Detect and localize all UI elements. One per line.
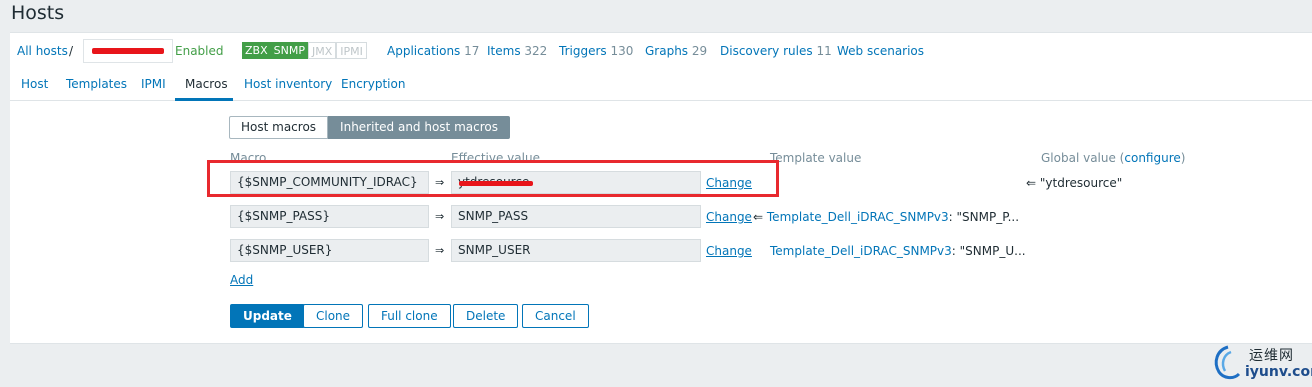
triggers-count: 130: [610, 44, 634, 58]
cancel-button[interactable]: Cancel: [522, 304, 589, 328]
global-value-label: Global value (: [1041, 151, 1125, 165]
template-value-text: : "SNMP_U...: [951, 244, 1026, 258]
jmx-badge: JMX: [307, 42, 337, 59]
configure-link[interactable]: configure: [1124, 151, 1180, 165]
breadcrumb-separator: /: [69, 44, 74, 58]
template-value: Template_Dell_iDRAC_SNMPv3: "SNMP_U...: [770, 244, 1026, 258]
watermark-cn-text: 运维网: [1249, 348, 1294, 364]
tab-host-inventory[interactable]: Host inventory: [244, 77, 332, 91]
annotation-highlight-box: [207, 160, 779, 197]
watermark-en-text: iyunv.com: [1245, 364, 1312, 380]
delete-button[interactable]: Delete: [453, 304, 519, 328]
applications-count: 17: [464, 44, 480, 58]
redaction-mark: [92, 48, 164, 54]
discovery-rules-link[interactable]: Discovery rules: [720, 44, 813, 58]
effective-value-field[interactable]: SNMP_USER: [451, 239, 701, 262]
host-navigation-bar: All hosts / Enabled ZBX SNMP JMX IPMI Ap…: [10, 32, 1312, 70]
host-macros-toggle[interactable]: Host macros: [229, 116, 329, 139]
template-value-text: : "SNMP_P...: [948, 210, 1020, 224]
global-arrow: ⇐: [1026, 176, 1037, 190]
all-hosts-link[interactable]: All hosts: [17, 44, 68, 58]
inherited-macros-toggle[interactable]: Inherited and host macros: [328, 116, 510, 139]
macro-view-toggle: Host macros Inherited and host macros: [229, 116, 510, 139]
triggers-nav[interactable]: Triggers 130: [559, 44, 633, 58]
template-value-column-header: Template value: [770, 151, 862, 165]
active-tab-indicator: [175, 98, 233, 101]
zbx-badge: ZBX: [242, 42, 271, 59]
page-title: Hosts: [11, 2, 65, 24]
graphs-count: 29: [691, 44, 708, 58]
items-link[interactable]: Items: [487, 44, 521, 58]
change-link[interactable]: Change: [706, 244, 752, 258]
items-count: 322: [524, 44, 548, 58]
global-value-close: ): [1180, 151, 1186, 165]
graphs-nav[interactable]: Graphs 29: [645, 44, 707, 58]
host-status-enabled[interactable]: Enabled: [175, 44, 224, 58]
triggers-link[interactable]: Triggers: [559, 44, 607, 58]
tab-templates[interactable]: Templates: [66, 77, 127, 91]
ipmi-badge: IPMI: [336, 42, 367, 59]
tab-macros[interactable]: Macros: [185, 77, 228, 91]
applications-nav[interactable]: Applications 17: [387, 44, 479, 58]
template-arrow: ⇐: [753, 210, 764, 224]
template-value: ⇐ Template_Dell_iDRAC_SNMPv3: "SNMP_P...: [753, 210, 1019, 224]
change-link[interactable]: Change: [706, 210, 752, 224]
template-link[interactable]: Template_Dell_iDRAC_SNMPv3: [767, 210, 949, 224]
tab-ipmi[interactable]: IPMI: [141, 77, 166, 91]
template-link[interactable]: Template_Dell_iDRAC_SNMPv3: [770, 244, 952, 258]
watermark-swirl-icon: [1214, 345, 1241, 380]
applications-link[interactable]: Applications: [387, 44, 460, 58]
macro-arrow: ⇒: [435, 244, 445, 257]
full-clone-button[interactable]: Full clone: [368, 304, 451, 328]
update-button[interactable]: Update: [230, 304, 305, 328]
global-value-column-header: Global value (configure): [1041, 151, 1185, 165]
macro-name-field[interactable]: {$SNMP_USER}: [230, 239, 429, 262]
tab-host[interactable]: Host: [21, 77, 48, 91]
tab-encryption[interactable]: Encryption: [341, 77, 405, 91]
host-name-redacted[interactable]: [83, 39, 173, 63]
host-tabs: Host Templates IPMI Macros Host inventor…: [10, 68, 1312, 101]
add-macro-link[interactable]: Add: [230, 273, 253, 287]
availability-badges: ZBX SNMP JMX IPMI: [242, 42, 367, 59]
discovery-rules-nav[interactable]: Discovery rules 11: [720, 44, 832, 58]
global-value-text: "ytdresource": [1039, 176, 1123, 190]
snmp-badge: SNMP: [270, 42, 308, 59]
web-scenarios-link[interactable]: Web scenarios: [837, 44, 924, 58]
items-nav[interactable]: Items 322: [487, 44, 547, 58]
effective-value-field[interactable]: SNMP_PASS: [451, 205, 701, 228]
discovery-rules-count: 11: [816, 44, 832, 58]
host-form-panel: Host Templates IPMI Macros Host inventor…: [10, 68, 1312, 344]
macro-name-field[interactable]: {$SNMP_PASS}: [230, 205, 429, 228]
macro-arrow: ⇒: [435, 210, 445, 223]
graphs-link[interactable]: Graphs: [645, 44, 688, 58]
watermark-logo: 运维网 iyunv.com: [1205, 340, 1312, 387]
global-value: ⇐ "ytdresource": [1026, 176, 1122, 190]
clone-button[interactable]: Clone: [303, 304, 364, 328]
